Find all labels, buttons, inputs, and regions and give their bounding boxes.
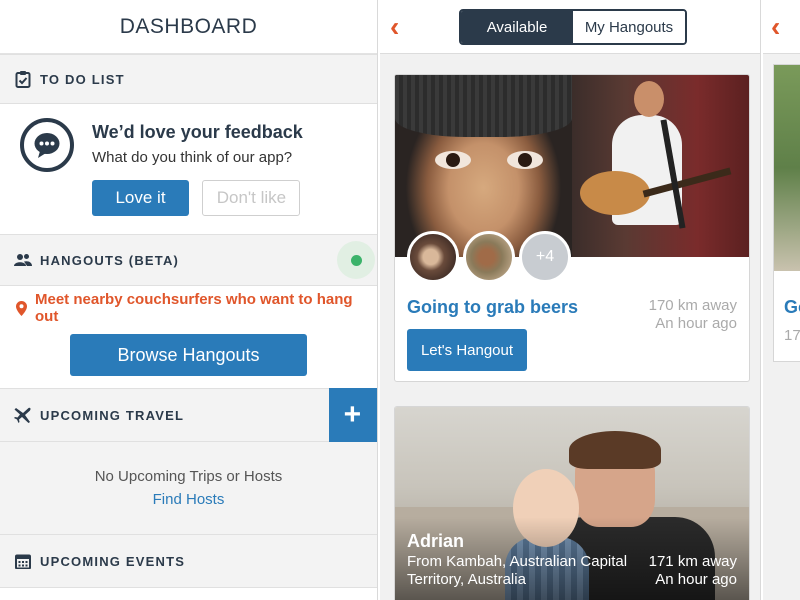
online-dot: [350, 254, 362, 266]
hangout-card[interactable]: +4 Going to grab beers 170 km away An ho…: [394, 74, 750, 382]
hangouts-panel: ‹ Available My Hangouts +4 Going to grab…: [380, 0, 761, 600]
hangout-photo-woman: [395, 75, 572, 257]
todo-section-header[interactable]: TO DO LIST: [0, 54, 377, 104]
upcoming-travel-header[interactable]: UPCOMING TRAVEL +: [0, 388, 377, 442]
avatar[interactable]: [407, 231, 459, 283]
browse-hangouts-button[interactable]: Browse Hangouts: [70, 334, 307, 376]
lets-hangout-button[interactable]: Let's Hangout: [407, 329, 527, 371]
page-title: DASHBOARD: [0, 0, 377, 54]
browse-hangouts-row: Browse Hangouts: [0, 330, 377, 388]
hangout-title-partial: Go: [784, 297, 800, 317]
dashboard-panel: DASHBOARD TO DO LIST We’d love your feed…: [0, 0, 378, 600]
clipboard-check-icon: [14, 70, 32, 88]
hangout-photo-partial: [774, 65, 800, 271]
upcoming-travel-label: UPCOMING TRAVEL: [40, 407, 185, 423]
todo-header-label: TO DO LIST: [40, 71, 125, 87]
hangouts-section-header[interactable]: HANGOUTS (BETA): [0, 234, 377, 286]
upcoming-travel-body: No Upcoming Trips or Hosts Find Hosts: [0, 442, 377, 534]
online-status-indicator[interactable]: [337, 241, 375, 279]
next-panel-top-bar: ‹: [763, 0, 800, 54]
meet-nearby-text: Meet nearby couchsurfers who want to han…: [35, 291, 353, 325]
eye-shape: [435, 151, 471, 169]
host-time: An hour ago: [655, 571, 737, 588]
feedback-title: We’d love your feedback: [92, 122, 303, 142]
calendar-icon: [14, 552, 32, 570]
avatar[interactable]: [463, 231, 515, 283]
find-hosts-link[interactable]: Find Hosts: [153, 491, 225, 508]
tab-my-hangouts[interactable]: My Hangouts: [573, 11, 685, 43]
hangout-meta-partial: 17: [784, 327, 800, 344]
love-it-button[interactable]: Love it: [92, 180, 189, 216]
chevron-left-icon[interactable]: ‹: [390, 13, 399, 41]
next-panel-sliver: ‹ Go 17: [763, 0, 800, 600]
eye-shape: [507, 151, 543, 169]
hangout-time: An hour ago: [655, 315, 737, 332]
hangout-distance: 170 km away: [648, 297, 737, 314]
hangout-card[interactable]: Adrian From Kambah, Australian Capital T…: [394, 406, 750, 600]
upcoming-events-label: UPCOMING EVENTS: [40, 553, 186, 569]
head-shape: [634, 81, 664, 117]
location-pin-icon: [16, 300, 27, 316]
hangout-card-partial[interactable]: Go 17: [773, 64, 800, 362]
hangout-photo-guitarist: [572, 75, 749, 257]
upcoming-events-header[interactable]: UPCOMING EVENTS: [0, 534, 377, 588]
hangout-meta: 170 km away An hour ago: [649, 297, 737, 333]
chevron-left-icon[interactable]: ‹: [771, 13, 780, 41]
man-hair-shape: [569, 431, 661, 469]
host-name[interactable]: Adrian: [407, 531, 464, 552]
tab-available[interactable]: Available: [461, 11, 573, 43]
chat-bubble-icon: [20, 118, 74, 172]
participant-avatars: +4: [407, 231, 575, 283]
airplane-icon: [14, 406, 32, 424]
beanie-shape: [395, 75, 572, 137]
people-icon: [14, 251, 32, 269]
hangout-title[interactable]: Going to grab beers: [407, 297, 578, 318]
meet-nearby-message: Meet nearby couchsurfers who want to han…: [0, 286, 377, 330]
host-distance: 171 km away: [648, 553, 737, 570]
add-travel-button[interactable]: +: [329, 388, 377, 442]
guitar-shape: [580, 171, 650, 215]
host-location: From Kambah, Australian Capital Territor…: [407, 553, 628, 588]
no-trips-text: No Upcoming Trips or Hosts: [94, 468, 283, 485]
hangouts-header-label: HANGOUTS (BETA): [40, 252, 180, 268]
more-participants-badge[interactable]: +4: [519, 231, 571, 283]
feedback-subtitle: What do you think of our app?: [92, 149, 293, 166]
hangouts-top-bar: ‹ Available My Hangouts: [380, 0, 760, 54]
hangouts-tab-switch: Available My Hangouts: [459, 9, 687, 45]
dont-like-button[interactable]: Don't like: [202, 180, 301, 216]
host-meta: 171 km away An hour ago: [649, 553, 737, 589]
